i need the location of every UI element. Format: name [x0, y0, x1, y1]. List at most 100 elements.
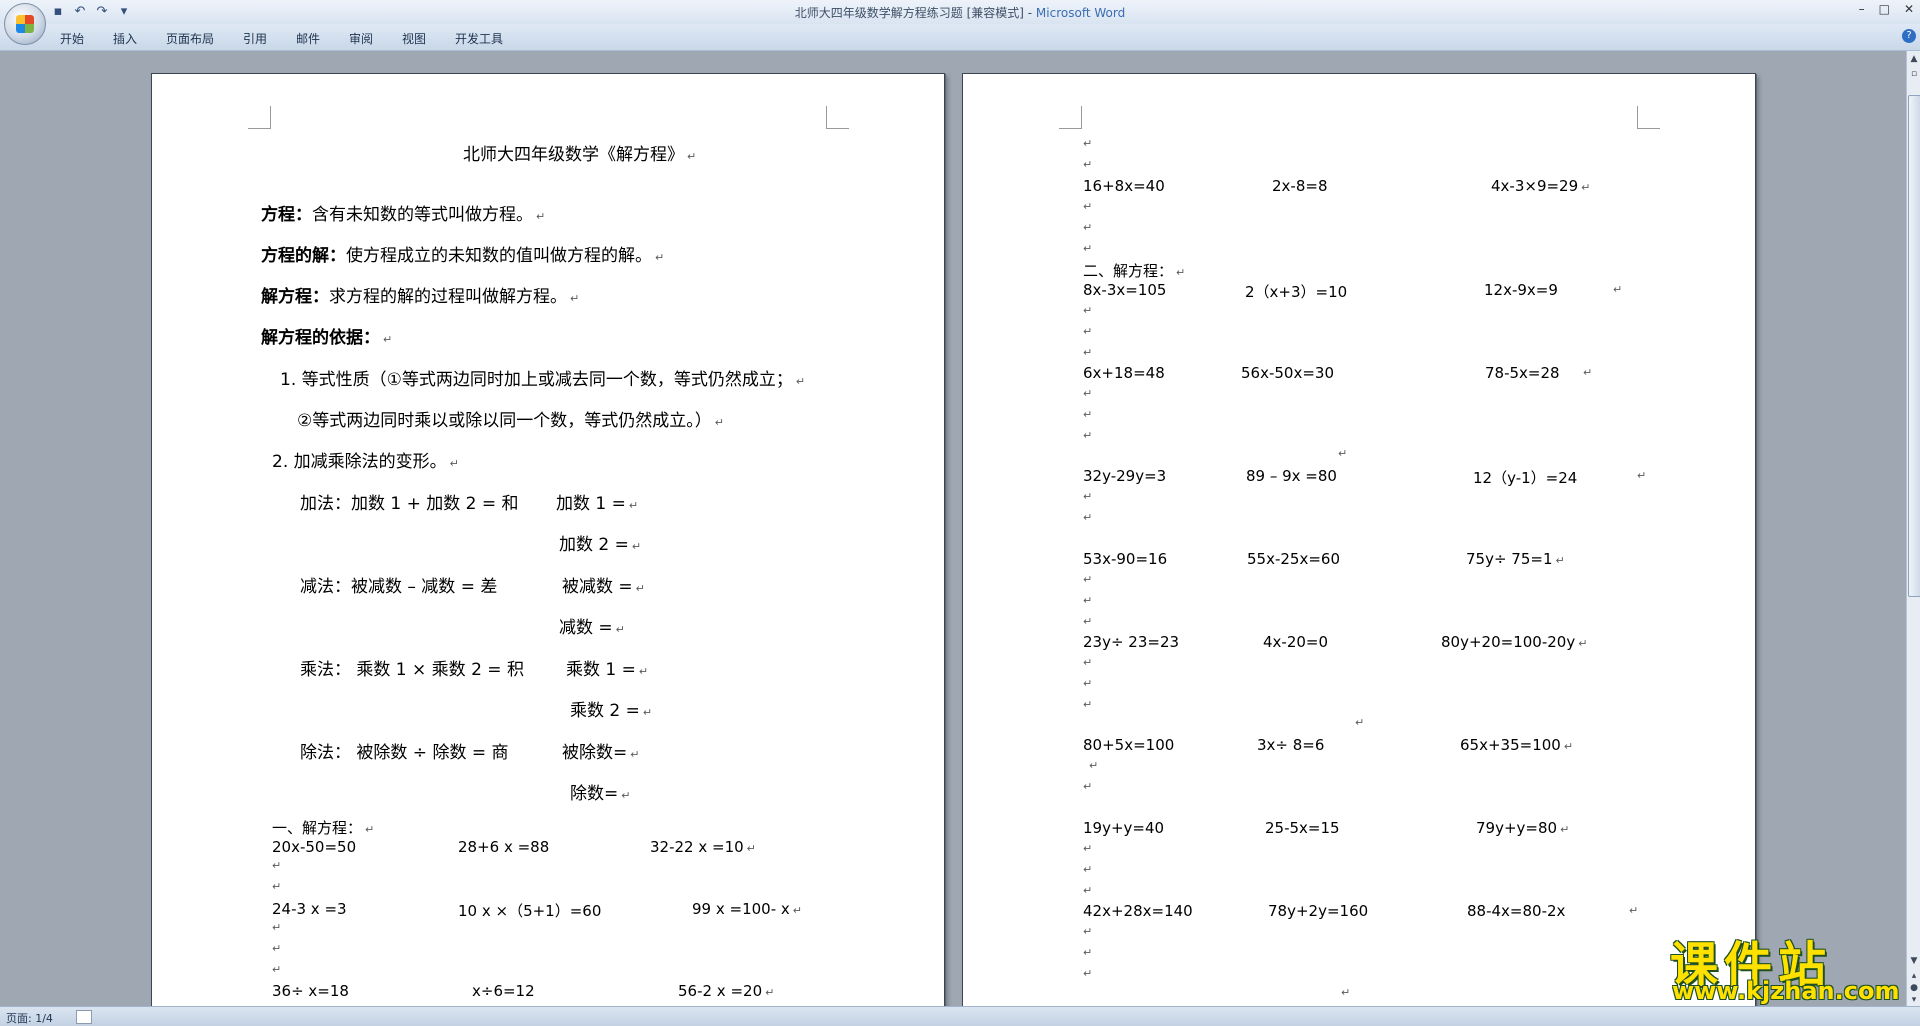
equation: 23y÷ 23=23: [1083, 633, 1180, 651]
paragraph-mark: ↵: [1083, 325, 1093, 338]
office-button[interactable]: [4, 3, 46, 45]
window-title: 北师大四年级数学解方程练习题 [兼容模式] - Microsoft Word: [0, 4, 1920, 21]
paragraph-mark: ↵: [272, 942, 282, 955]
paragraph-mark: ↵: [1083, 884, 1093, 897]
equation: 32y-29y=3: [1083, 467, 1167, 485]
tab-view[interactable]: 视图: [402, 30, 426, 47]
vertical-scrollbar[interactable]: ▲ ▫ ▼ ▴ ● ▾: [1906, 51, 1920, 1006]
equation: 89 – 9x =80: [1246, 467, 1337, 485]
scroll-down-icon[interactable]: ▼: [1909, 956, 1919, 966]
equation: 88-4x=80-2x: [1467, 902, 1566, 920]
next-page-icon[interactable]: ▾: [1909, 995, 1919, 1005]
rule-1-line-2: ②等式两边同时乘以或除以同一个数，等式仍然成立。） ↵: [297, 411, 724, 431]
paragraph-mark: ↵: [1083, 573, 1093, 586]
equation: 16+8x=40: [1083, 177, 1165, 195]
paragraph-mark: ↵: [1083, 946, 1093, 959]
equation: 12（y-1）=24: [1473, 469, 1578, 487]
help-icon[interactable]: ?: [1902, 29, 1916, 43]
paragraph-mark: ↵: [1083, 925, 1093, 938]
equation: 42x+28x=140: [1083, 902, 1193, 920]
paragraph-mark: ↵: [1338, 447, 1348, 460]
tab-page-layout[interactable]: 页面布局: [166, 30, 214, 47]
ribbon-tabs: 开始 插入 页面布局 引用 邮件 审阅 视图 开发工具 ?: [0, 24, 1920, 51]
tab-review[interactable]: 审阅: [349, 30, 373, 47]
browse-object-icon[interactable]: ●: [1909, 983, 1919, 993]
tab-home[interactable]: 开始: [60, 30, 84, 47]
paragraph-mark: ↵: [1083, 429, 1093, 442]
tab-references[interactable]: 引用: [243, 30, 267, 47]
app-name: Microsoft Word: [1035, 6, 1126, 20]
scrollbar-thumb[interactable]: [1908, 95, 1920, 597]
equation: 79y+y=80 ↵: [1476, 819, 1570, 837]
crop-mark: [826, 106, 849, 129]
addition-rule: 加法：加数 1 + 加数 2 = 和: [300, 494, 519, 514]
scroll-up-icon[interactable]: ▲: [1909, 54, 1919, 64]
ruler-toggle-icon[interactable]: ▫: [1909, 69, 1919, 79]
page-2[interactable]: ↵ ↵ 16+8x=40 2x-8=8 4x-3×9=29 ↵ ↵ ↵ ↵ 二、解…: [962, 73, 1756, 1006]
tab-developer[interactable]: 开发工具: [455, 30, 503, 47]
definition-basis: 解方程的依据： ↵: [261, 328, 393, 348]
tab-insert[interactable]: 插入: [113, 30, 137, 47]
minimize-icon[interactable]: –: [1859, 2, 1865, 16]
equation: 56-2 x =20 ↵: [678, 982, 775, 1000]
crop-mark: [1637, 106, 1660, 129]
paragraph-mark: ↵: [1613, 283, 1623, 296]
paragraph-mark: ↵: [1083, 677, 1093, 690]
previous-page-icon[interactable]: ▴: [1909, 971, 1919, 981]
rule-2: 2. 加减乘除法的变形。 ↵: [272, 452, 459, 472]
paragraph-mark: ↵: [1083, 304, 1093, 317]
multiplication-rule: 乘法： 乘数 1 × 乘数 2 = 积: [300, 660, 524, 680]
section-2-heading: 二、解方程： ↵: [1083, 262, 1186, 280]
maximize-icon[interactable]: □: [1879, 2, 1890, 16]
equation: 3x÷ 8=6: [1257, 736, 1325, 754]
definition-equation: 方程：含有未知数的等式叫做方程。 ↵: [261, 205, 546, 225]
equation: 10 x ×（5+1）=60: [458, 902, 602, 920]
equation: 19y+y=40: [1083, 819, 1165, 837]
equation: 12x-9x=9: [1484, 281, 1558, 299]
tab-mailings[interactable]: 邮件: [296, 30, 320, 47]
equation: 36÷ x=18: [272, 982, 349, 1000]
multiplication-result-2: 乘数 2 = ↵: [570, 701, 653, 721]
addition-result-2: 加数 2 = ↵: [559, 535, 642, 555]
equation: 65x+35=100 ↵: [1460, 736, 1574, 754]
status-bar: 页面: 1/4: [0, 1006, 1920, 1026]
section-1-heading: 一、解方程： ↵: [272, 819, 375, 837]
division-result-2: 除数= ↵: [570, 784, 631, 804]
paragraph-mark: ↵: [1083, 387, 1093, 400]
paragraph-mark: ↵: [1583, 366, 1593, 379]
equation: 4x-3×9=29 ↵: [1491, 177, 1591, 195]
page-1[interactable]: 北师大四年级数学《解方程》 ↵ 方程：含有未知数的等式叫做方程。 ↵ 方程的解：使方…: [151, 73, 945, 1006]
paragraph-mark: ↵: [1089, 759, 1099, 772]
paragraph-mark: ↵: [272, 921, 282, 934]
equation: 2（x+3）=10: [1245, 283, 1348, 301]
paragraph-mark: ↵: [1083, 698, 1093, 711]
equation: 99 x =100- x ↵: [692, 900, 802, 918]
proofing-icon[interactable]: [76, 1010, 92, 1024]
equation: 28+6 x =88: [458, 838, 550, 856]
paragraph-mark: ↵: [1355, 716, 1365, 729]
paragraph-mark: ↵: [1083, 967, 1093, 980]
equation: 4x-20=0: [1263, 633, 1329, 651]
paragraph-mark: ↵: [1629, 904, 1639, 917]
division-result-1: 被除数= ↵: [562, 743, 640, 763]
subtraction-result-2: 减数 = ↵: [559, 618, 625, 638]
close-icon[interactable]: ✕: [1904, 2, 1914, 16]
equation: 55x-25x=60: [1247, 550, 1340, 568]
paragraph-mark: ↵: [1083, 615, 1093, 628]
addition-result-1: 加数 1 = ↵: [556, 494, 639, 514]
watermark-url: www.kjzhan.com: [1672, 977, 1900, 1005]
equation: 56x-50x=30: [1241, 364, 1334, 382]
equation: 6x+18=48: [1083, 364, 1165, 382]
page-counter[interactable]: 页面: 1/4: [6, 1010, 53, 1026]
subtraction-rule: 减法：被减数 – 减数 = 差: [300, 577, 498, 597]
subtraction-result-1: 被减数 = ↵: [562, 577, 645, 597]
document-title: 北师大四年级数学《解方程》 ↵: [463, 145, 697, 165]
division-rule: 除法： 被除数 ÷ 除数 = 商: [300, 743, 509, 763]
rule-1-line-1: 1. 等式性质（①等式两边同时加上或减去同一个数，等式仍然成立； ↵: [280, 370, 806, 390]
document-name: 北师大四年级数学解方程练习题 [兼容模式] -: [794, 6, 1036, 20]
paragraph-mark: ↵: [1341, 986, 1351, 999]
equation: 8x-3x=105: [1083, 281, 1167, 299]
definition-solving: 解方程：求方程的解的过程叫做解方程。 ↵: [261, 287, 580, 307]
paragraph-mark: ↵: [1083, 346, 1093, 359]
watermark-logo: 课件站 www.kjzhan.com: [1670, 925, 1910, 1005]
